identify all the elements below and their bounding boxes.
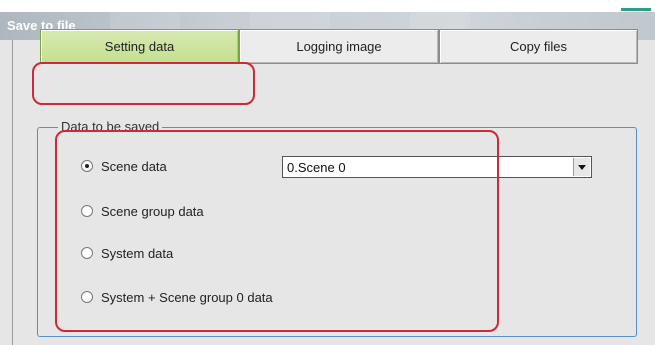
- tab-label: Logging image: [296, 39, 382, 54]
- radio-button[interactable]: [81, 247, 93, 259]
- group-title: Data to be saved: [58, 119, 163, 134]
- tab-copy-files[interactable]: Copy files: [439, 29, 638, 64]
- tab-label: Copy files: [509, 39, 568, 54]
- radio-scene-data[interactable]: Scene data: [81, 157, 167, 175]
- radio-button[interactable]: [81, 160, 93, 172]
- radio-button[interactable]: [81, 205, 93, 217]
- radio-button[interactable]: [81, 291, 93, 303]
- accent-bar: [621, 8, 651, 11]
- panel-left-edge: [12, 40, 13, 345]
- radio-label: Scene group data: [101, 203, 204, 219]
- radio-label: System + Scene group 0 data: [101, 289, 273, 305]
- radio-label: System data: [101, 245, 174, 261]
- radio-label: Scene data: [101, 158, 167, 174]
- radio-system-scene-group-0-data[interactable]: System + Scene group 0 data: [81, 288, 273, 306]
- window-corner-accent: [615, 0, 655, 12]
- scene-select-dropdown[interactable]: 0.Scene 0: [282, 156, 592, 178]
- chevron-down-icon: [578, 164, 586, 170]
- tab-logging-image[interactable]: Logging image: [239, 29, 439, 64]
- tab-label: Setting data: [104, 39, 175, 54]
- radio-scene-group-data[interactable]: Scene group data: [81, 202, 204, 220]
- radio-system-data[interactable]: System data: [81, 244, 173, 262]
- dropdown-button[interactable]: [573, 158, 590, 176]
- tab-setting-data[interactable]: Setting data: [40, 29, 239, 64]
- tab-bar: Setting data Logging image Copy files: [38, 29, 638, 65]
- scene-select-value: 0.Scene 0: [287, 160, 346, 175]
